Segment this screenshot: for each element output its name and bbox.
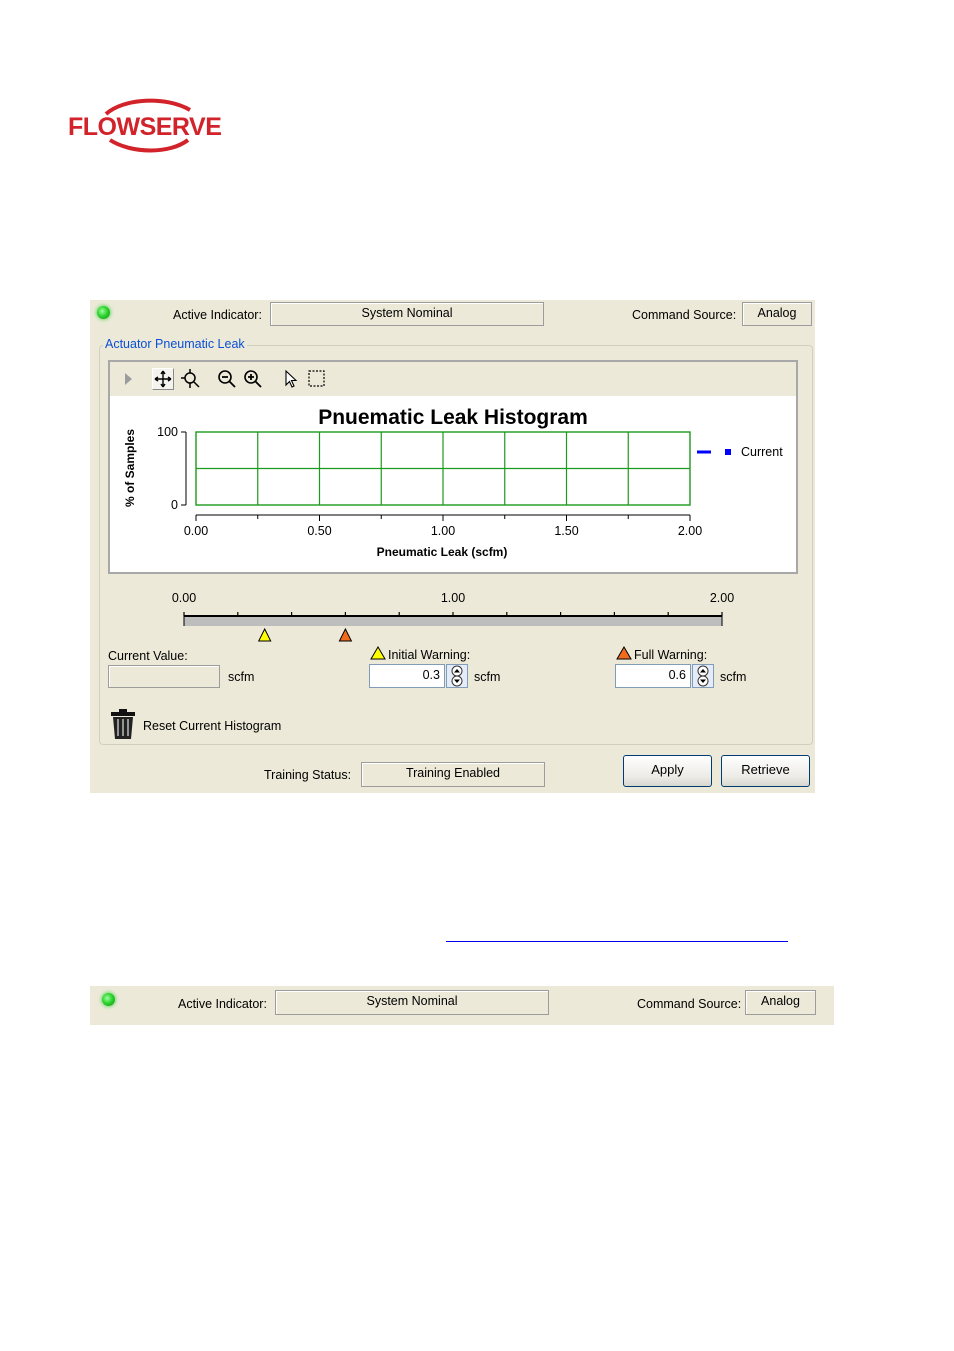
active-indicator-label: Active Indicator: — [173, 308, 262, 322]
legend-marker — [725, 449, 731, 455]
x-axis-label: Pneumatic Leak (scfm) — [377, 545, 508, 559]
pneumatic-leak-panel: Active Indicator: System Nominal Command… — [90, 300, 815, 793]
scale-label: 2.00 — [710, 591, 734, 605]
group-title: Actuator Pneumatic Leak — [103, 337, 247, 351]
initial-warning-spinner[interactable] — [446, 664, 468, 688]
status-led-icon — [97, 306, 110, 319]
full-warning-spinner[interactable] — [692, 664, 714, 688]
reset-histogram-button[interactable]: Reset Current Histogram — [108, 708, 308, 740]
full-warning-unit: scfm — [720, 670, 747, 684]
retrieve-button[interactable]: Retrieve — [721, 755, 810, 787]
initial-warning-marker — [257, 627, 272, 642]
x-tick-label: 2.00 — [678, 524, 702, 538]
full-warning-input[interactable]: 0.6 — [615, 664, 691, 688]
logo-text: FLOWSERVE — [68, 113, 222, 141]
x-tick-label: 1.50 — [554, 524, 578, 538]
y-tick-label: 0 — [171, 498, 178, 512]
chart-title: Pnuematic Leak Histogram — [318, 406, 588, 429]
scale-label: 1.00 — [441, 591, 465, 605]
current-value-unit: scfm — [228, 670, 255, 684]
initial-warning-input[interactable]: 0.3 — [369, 664, 445, 688]
command-source-field: Analog — [742, 302, 812, 326]
trash-icon — [111, 709, 135, 739]
initial-warning-icon — [370, 646, 386, 660]
zoom-pan-icon[interactable] — [180, 368, 202, 390]
initial-warning-label: Initial Warning: — [388, 648, 471, 662]
full-warning-icon — [616, 646, 632, 660]
x-tick-label: 0.00 — [184, 524, 208, 538]
pan-icon[interactable] — [152, 368, 174, 390]
chart-frame: Pnuematic Leak Histogram % of Samples Pn… — [108, 360, 798, 574]
scale-bar — [184, 616, 722, 626]
threshold-scale: 0.00 1.00 2.00 — [172, 591, 734, 642]
y-axis-label: % of Samples — [123, 429, 137, 507]
x-tick-label: 0.50 — [307, 524, 331, 538]
training-status-field: Training Enabled — [361, 762, 545, 787]
select-box-icon[interactable] — [306, 368, 328, 390]
histogram-chart: Pnuematic Leak Histogram % of Samples Pn… — [123, 406, 783, 559]
apply-button[interactable]: Apply — [623, 755, 712, 787]
training-status-label: Training Status: — [264, 768, 352, 782]
command-source-label: Command Source: — [637, 997, 742, 1011]
pointer-icon[interactable] — [280, 368, 302, 390]
current-value-label: Current Value: — [108, 649, 188, 663]
reset-histogram-label: Reset Current Histogram — [143, 719, 282, 733]
flowserve-logo: FLOWSERVE — [66, 96, 222, 158]
x-tick-label: 1.00 — [431, 524, 455, 538]
play-icon[interactable] — [118, 368, 140, 390]
scale-label: 0.00 — [172, 591, 196, 605]
command-source-label: Command Source: — [632, 308, 737, 322]
y-tick-label: 100 — [157, 425, 178, 439]
chart-toolbar — [110, 362, 796, 396]
command-source-field: Analog — [745, 990, 816, 1015]
active-indicator-field: System Nominal — [275, 990, 549, 1015]
active-indicator-field: System Nominal — [270, 302, 544, 326]
initial-warning-unit: scfm — [474, 670, 501, 684]
active-indicator-label: Active Indicator: — [178, 997, 267, 1011]
full-warning-marker — [338, 627, 353, 642]
current-value-field — [108, 665, 220, 688]
status-led-icon — [102, 993, 115, 1006]
hyperlink-underline[interactable] — [446, 941, 788, 942]
full-warning-label: Full Warning: — [634, 648, 708, 662]
legend-label: Current — [741, 445, 783, 459]
zoom-out-icon[interactable] — [216, 368, 238, 390]
status-bar-crop: Active Indicator: System Nominal Command… — [90, 986, 834, 1025]
zoom-in-icon[interactable] — [242, 368, 264, 390]
